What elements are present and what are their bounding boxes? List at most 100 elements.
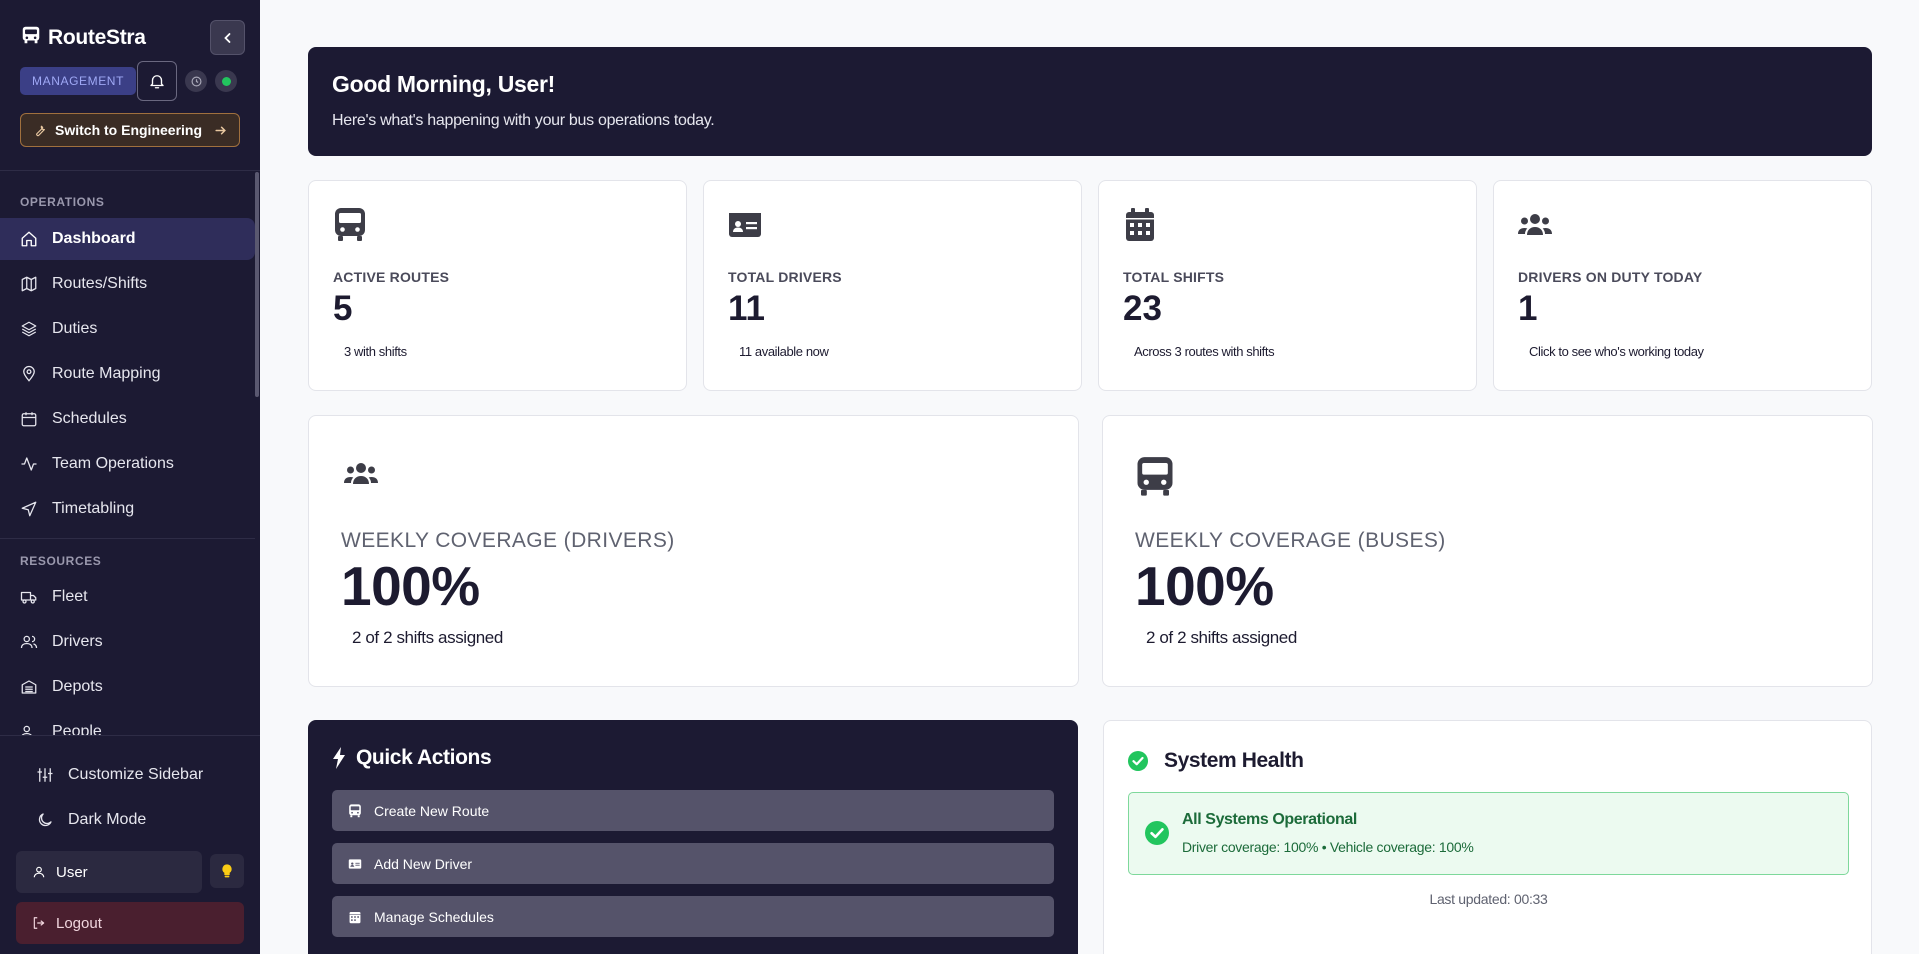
user-menu-button[interactable]: User [16,851,202,893]
system-health-label: System Health [1164,749,1304,772]
sidebar-scrollbar[interactable] [255,172,259,397]
sidebar-item-schedules[interactable]: Schedules [0,398,255,440]
collapse-sidebar-button[interactable] [210,20,245,55]
stat-card-total-drivers[interactable]: TOTAL DRIVERS 11 11 available now [703,180,1082,391]
switch-to-engineering-button[interactable]: Switch to Engineering [20,113,240,147]
sidebar-nav: OPERATIONS Dashboard Routes/Shifts Dutie… [0,170,260,735]
stat-value: 1 [1518,289,1538,328]
sidebar-item-label: Drivers [52,633,103,650]
sidebar-item-label: People [52,723,102,735]
check-circle-icon [1145,821,1169,845]
stat-card-active-routes[interactable]: ACTIVE ROUTES 5 3 with shifts [308,180,687,391]
system-health-title: System Health [1128,749,1304,773]
quick-action-label: Add New Driver [374,855,473,872]
chevron-left-icon [223,32,230,43]
sliders-icon [37,768,53,782]
user-icon [33,866,45,878]
notifications-button[interactable] [137,61,177,101]
bus-icon [1135,456,1175,503]
stat-subtext: Across 3 routes with shifts [1134,344,1275,359]
lightning-icon [333,747,345,769]
users-group-icon [1518,207,1552,248]
send-icon [21,501,37,517]
bus-icon [333,207,367,248]
clock-button[interactable] [185,70,207,92]
activity-icon [21,457,37,471]
brand[interactable]: RouteStra [20,24,146,52]
warehouse-icon [21,680,37,694]
manage-schedules-button[interactable]: Manage Schedules [332,896,1054,937]
brand-name: RouteStra [48,26,146,49]
sidebar-item-label: Timetabling [52,500,135,517]
sidebar-item-people[interactable]: People [0,711,255,735]
stat-value: 5 [333,289,353,328]
lightbulb-icon [222,864,232,878]
switch-label: Switch to Engineering [55,122,203,138]
calendar-icon [21,412,37,427]
dark-mode-label: Dark Mode [68,811,147,828]
bell-icon [150,75,164,89]
sidebar-item-timetabling[interactable]: Timetabling [0,488,255,530]
stat-label: DRIVERS ON DUTY TODAY [1518,269,1703,285]
section-title-resources: RESOURCES [20,554,102,568]
create-new-route-button[interactable]: Create New Route [332,790,1054,831]
sidebar-item-label: Route Mapping [52,365,161,382]
sidebar-item-label: Duties [52,320,98,337]
stat-card-drivers-on-duty[interactable]: DRIVERS ON DUTY TODAY 1 Click to see who… [1493,180,1872,391]
coverage-card-buses: WEEKLY COVERAGE (BUSES) 100% 2 of 2 shif… [1102,415,1873,687]
map-pin-icon [23,365,35,382]
sidebar-item-drivers[interactable]: Drivers [0,621,255,663]
sidebar-item-label: Schedules [52,410,127,427]
calendar-small-icon [349,911,361,923]
section-title-operations: OPERATIONS [20,195,105,209]
sidebar-item-duties[interactable]: Duties [0,308,255,350]
coverage-subtext: 2 of 2 shifts assigned [1146,628,1297,647]
tips-button[interactable] [210,854,244,888]
system-health-panel: System Health All Systems Operational Dr… [1103,720,1872,954]
user-group-icon [21,725,32,735]
role-badge: MANAGEMENT [20,67,137,95]
online-status-dot-icon [221,76,231,86]
sidebar-item-label: Team Operations [52,455,174,472]
stat-subtext: 3 with shifts [344,344,407,359]
sidebar-item-depots[interactable]: Depots [0,666,255,708]
id-card-small-icon [348,858,362,869]
coverage-subtext: 2 of 2 shifts assigned [352,628,503,647]
logout-icon [33,917,45,929]
stat-label: ACTIVE ROUTES [333,269,450,285]
sidebar-item-route-mapping[interactable]: Route Mapping [0,353,255,395]
users-icon [20,635,38,649]
add-new-driver-button[interactable]: Add New Driver [332,843,1054,884]
map-icon [21,276,37,292]
clock-icon [191,76,201,86]
welcome-banner: Good Morning, User! Here's what's happen… [308,47,1872,156]
logout-button[interactable]: Logout [16,902,244,944]
sidebar-item-routes-shifts[interactable]: Routes/Shifts [0,263,255,305]
system-status-box: All Systems Operational Driver coverage:… [1128,792,1849,875]
stat-subtext: Click to see who's working today [1529,344,1704,359]
calendar-grid-icon [1123,207,1157,248]
section-divider [0,538,255,539]
sidebar-item-label: Fleet [52,588,88,605]
logout-label: Logout [56,914,102,932]
coverage-label: WEEKLY COVERAGE (BUSES) [1135,529,1446,552]
system-status-title: All Systems Operational [1182,811,1357,828]
quick-actions-title: Quick Actions [332,746,492,770]
quick-actions-panel: Quick Actions Create New Route Add New D… [308,720,1078,954]
sidebar-item-team-operations[interactable]: Team Operations [0,443,255,485]
dark-mode-toggle[interactable]: Dark Mode [36,811,146,829]
home-icon [21,231,37,247]
sidebar-item-dashboard[interactable]: Dashboard [0,218,255,260]
truck-icon [20,591,37,604]
sidebar-item-fleet[interactable]: Fleet [0,576,255,618]
customize-label: Customize Sidebar [68,766,204,783]
arrow-right-icon [215,125,226,135]
stat-card-total-shifts[interactable]: TOTAL SHIFTS 23 Across 3 routes with shi… [1098,180,1477,391]
sidebar-item-label: Dashboard [52,230,136,247]
welcome-title: Good Morning, User! [332,71,556,97]
stat-value: 11 [728,289,765,328]
sidebar-item-label: Routes/Shifts [52,275,148,292]
stat-label: TOTAL DRIVERS [728,269,842,285]
customize-sidebar-button[interactable]: Customize Sidebar [36,766,203,784]
quick-action-label: Manage Schedules [374,908,494,925]
